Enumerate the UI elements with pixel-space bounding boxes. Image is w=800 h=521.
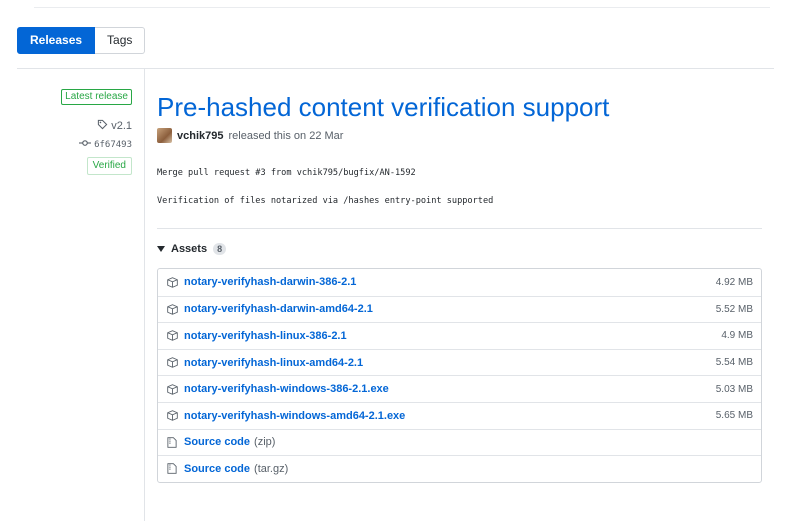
package-icon	[166, 410, 178, 422]
list-item: notary-verifyhash-linux-amd64-2.1 5.54 M…	[158, 348, 761, 376]
top-divider	[34, 7, 770, 8]
latest-release-badge: Latest release	[61, 89, 132, 105]
tag-label: v2.1	[111, 120, 132, 132]
asset-link[interactable]: notary-verifyhash-linux-amd64-2.1	[184, 357, 363, 369]
release-title[interactable]: Pre-hashed content verification support	[157, 90, 762, 124]
assets-label: Assets	[171, 243, 208, 255]
asset-link[interactable]: notary-verifyhash-windows-amd64-2.1.exe	[184, 410, 405, 422]
released-date: released this on 22 Mar	[228, 129, 344, 142]
tag-icon	[97, 119, 108, 133]
package-icon	[166, 276, 178, 288]
source-format: (zip)	[254, 436, 276, 449]
release-tabs: Releases Tags	[17, 27, 146, 54]
verified-badge[interactable]: Verified	[86, 157, 132, 175]
asset-size: 5.03 MB	[715, 383, 753, 395]
package-icon	[166, 330, 178, 342]
asset-size: 5.65 MB	[715, 410, 753, 422]
release-notes: Merge pull request #3 from vchik795/bugf…	[157, 167, 762, 207]
list-item: notary-verifyhash-linux-386-2.1 4.9 MB	[158, 322, 761, 349]
release-tag[interactable]: v2.1	[97, 119, 132, 133]
content-divider	[17, 68, 774, 69]
source-targz-link[interactable]: Source code (tar.gz)	[184, 463, 288, 475]
author-link[interactable]: vchik795	[177, 130, 223, 142]
file-zip-icon	[166, 437, 178, 448]
asset-link[interactable]: notary-verifyhash-windows-386-2.1.exe	[184, 383, 389, 395]
asset-link[interactable]: notary-verifyhash-darwin-386-2.1	[184, 276, 356, 288]
list-item: notary-verifyhash-darwin-386-2.1 4.92 MB	[158, 269, 761, 296]
asset-size: 5.54 MB	[715, 357, 753, 369]
release-commit[interactable]: 6f67493	[79, 139, 132, 150]
caret-down-icon	[157, 246, 165, 252]
asset-link[interactable]: notary-verifyhash-linux-386-2.1	[184, 330, 347, 342]
asset-link[interactable]: notary-verifyhash-darwin-amd64-2.1	[184, 303, 373, 315]
release-meta: Latest release v2.1 6f67493 Verified	[61, 89, 132, 175]
package-icon	[166, 383, 178, 395]
list-item: notary-verifyhash-windows-amd64-2.1.exe …	[158, 401, 761, 429]
commit-icon	[79, 139, 92, 150]
file-zip-icon	[166, 463, 178, 475]
source-name: Source code	[184, 462, 251, 475]
list-item: notary-verifyhash-windows-386-2.1.exe 5.…	[158, 375, 761, 402]
release-note-line: Verification of files notarized via /has…	[157, 196, 494, 206]
assets-list: notary-verifyhash-darwin-386-2.1 4.92 MB…	[157, 268, 762, 483]
source-name: Source code	[184, 436, 251, 449]
source-format: (tar.gz)	[254, 462, 289, 475]
source-zip-link[interactable]: Source code (zip)	[184, 436, 275, 448]
release-main: Pre-hashed content verification support …	[157, 90, 762, 483]
sidebar-divider	[144, 69, 145, 521]
notes-divider	[157, 228, 762, 229]
package-icon	[166, 357, 178, 368]
release-note-line: Merge pull request #3 from vchik795/bugf…	[157, 168, 416, 178]
release-author-line: vchik795 released this on 22 Mar	[157, 128, 762, 143]
asset-size: 5.52 MB	[715, 303, 753, 315]
tab-tags[interactable]: Tags	[95, 27, 146, 54]
tab-releases[interactable]: Releases	[17, 27, 96, 54]
list-item: Source code (zip)	[158, 428, 761, 456]
assets-count: 8	[213, 243, 227, 255]
list-item: notary-verifyhash-darwin-amd64-2.1 5.52 …	[158, 295, 761, 323]
asset-size: 4.92 MB	[715, 276, 753, 288]
assets-toggle[interactable]: Assets 8	[157, 243, 762, 255]
avatar[interactable]	[157, 128, 172, 143]
commit-hash: 6f67493	[94, 139, 132, 150]
package-icon	[166, 304, 178, 315]
list-item: Source code (tar.gz)	[158, 455, 761, 482]
asset-size: 4.9 MB	[721, 330, 753, 342]
